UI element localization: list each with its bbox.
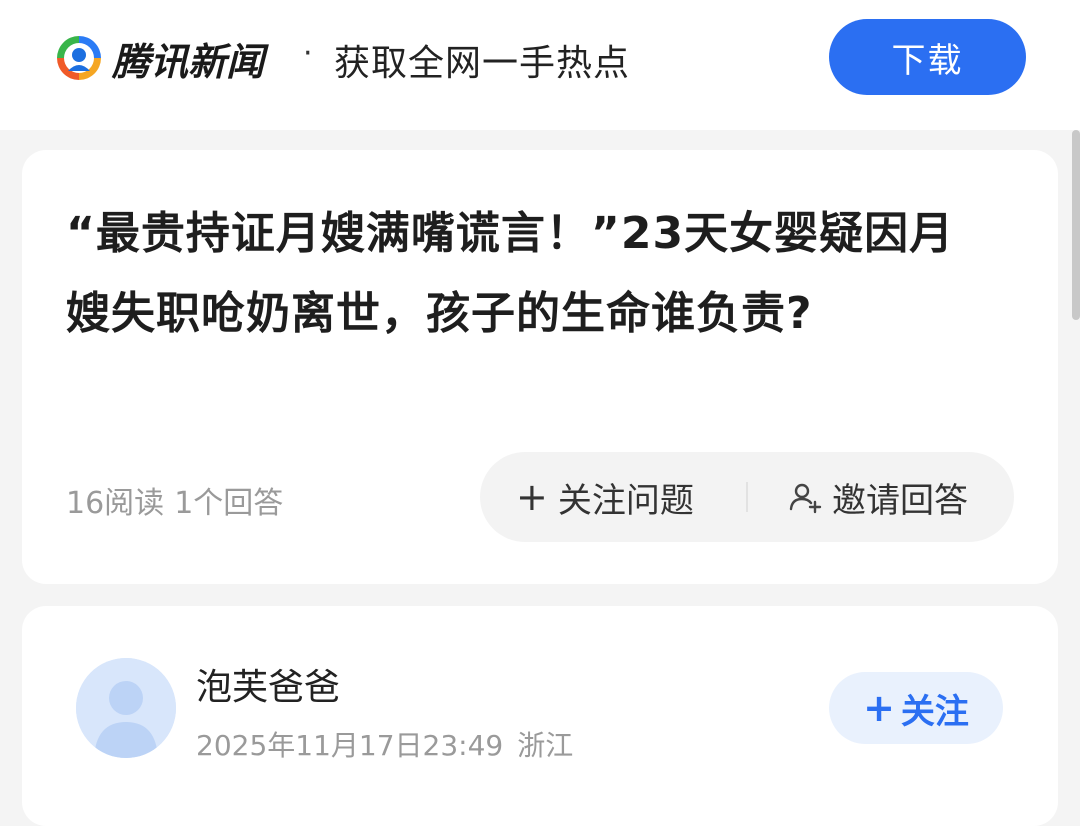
tencent-news-logo-icon bbox=[56, 35, 102, 81]
download-button[interactable]: 下载 bbox=[829, 19, 1026, 95]
answer-timestamp: 2025年11月17日23:49 bbox=[196, 729, 504, 762]
scrollbar-thumb[interactable] bbox=[1072, 130, 1080, 320]
plus-icon: + bbox=[516, 475, 548, 519]
question-card: “最贵持证月嫂满嘴谎言！”23天女婴疑因月嫂失职呛奶离世，孩子的生命谁负责? 1… bbox=[22, 150, 1058, 584]
answer-card: 泡芙爸爸 2025年11月17日23:49 浙江 + 关注 bbox=[22, 606, 1058, 826]
brand-logo[interactable]: 腾讯新闻 bbox=[54, 30, 264, 86]
answer-location: 浙江 bbox=[517, 729, 574, 762]
question-actions: + 关注问题 邀请回答 bbox=[480, 452, 1014, 542]
person-add-icon bbox=[789, 483, 822, 514]
author-name[interactable]: 泡芙爸爸 bbox=[196, 658, 340, 710]
answer-count[interactable]: 1个回答 bbox=[174, 486, 283, 521]
follow-question-label: 关注问题 bbox=[557, 480, 694, 521]
plus-icon: + bbox=[863, 686, 895, 730]
header-slogan: 获取全网一手热点 bbox=[334, 43, 631, 84]
question-title: “最贵持证月嫂满嘴谎言！”23天女婴疑因月嫂失职呛奶离世，孩子的生命谁负责? bbox=[66, 208, 955, 339]
header-separator: · bbox=[303, 36, 313, 71]
follow-question-button[interactable]: + 关注问题 bbox=[480, 452, 746, 542]
app-header: 腾讯新闻 · 获取全网一手热点 下载 bbox=[0, 0, 1080, 130]
answer-meta: 2025年11月17日23:49 浙江 bbox=[196, 724, 573, 764]
brand-name: 腾讯新闻 bbox=[112, 39, 265, 84]
default-avatar-icon bbox=[76, 658, 176, 758]
avatar[interactable] bbox=[76, 658, 176, 758]
invite-answer-label: 邀请回答 bbox=[832, 480, 968, 521]
follow-author-label: 关注 bbox=[900, 691, 969, 732]
question-stats: 16阅读 1个回答 bbox=[66, 478, 293, 522]
follow-author-button[interactable]: + 关注 bbox=[829, 672, 1003, 744]
invite-answer-button[interactable]: 邀请回答 bbox=[748, 452, 968, 542]
scrollbar[interactable] bbox=[1072, 130, 1080, 810]
read-count: 16阅读 bbox=[66, 486, 165, 521]
